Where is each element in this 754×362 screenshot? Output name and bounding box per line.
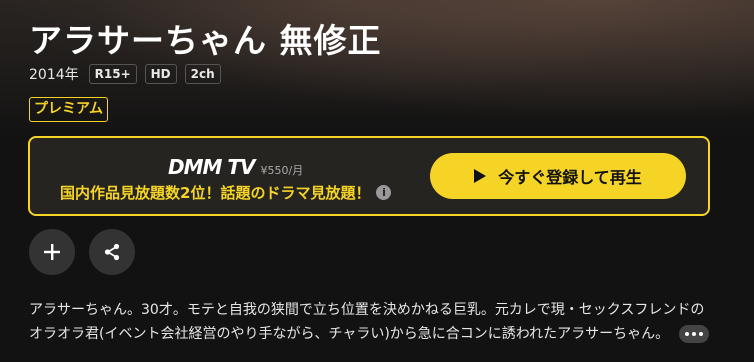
meta-row: 2014年 R15+ HD 2ch (29, 64, 221, 84)
dot-icon (699, 332, 703, 336)
share-button[interactable] (89, 229, 135, 275)
logo-row: DMM TV ¥550/月 (168, 155, 303, 179)
cta-label: 今すぐ登録して再生 (498, 168, 642, 187)
expand-synopsis-button[interactable] (679, 325, 709, 343)
page-title: アラサーちゃん 無修正 (29, 21, 382, 60)
promo-text: 国内作品見放題数2位！話題のドラマ見放題！ (60, 184, 371, 202)
release-year: 2014年 (29, 67, 79, 83)
subscribe-play-button[interactable]: 今すぐ登録して再生 (430, 153, 686, 199)
quality-badge: HD (144, 64, 177, 84)
price-label: ¥550/月 (260, 164, 304, 177)
share-icon (104, 243, 120, 261)
synopsis-line-1: アラサーちゃん。30才。モテと自我の狭間で立ち位置を決めかねる巨乳。元カレで現・… (29, 302, 705, 318)
plus-icon (44, 244, 60, 260)
dot-icon (692, 332, 696, 336)
add-to-list-button[interactable] (29, 229, 75, 275)
promo-message: 国内作品見放題数2位！話題のドラマ見放題！ i (60, 182, 392, 203)
audio-badge: 2ch (184, 64, 221, 84)
dot-icon (685, 332, 689, 336)
synopsis-line-2: オラオラ君(イベント会社経営のやり手ながら、チャラい)から急に合コンに誘われたア… (29, 326, 670, 342)
dmm-tv-logo: DMM TV (168, 155, 255, 179)
play-icon (474, 169, 487, 183)
subscription-banner: DMM TV ¥550/月 国内作品見放題数2位！話題のドラマ見放題！ i 今す… (28, 136, 710, 216)
synopsis: アラサーちゃん。30才。モテと自我の狭間で立ち位置を決めかねる巨乳。元カレで現・… (29, 298, 719, 346)
info-icon[interactable]: i (376, 185, 392, 200)
premium-badge: プレミアム (29, 97, 109, 122)
rating-badge: R15+ (88, 64, 137, 84)
